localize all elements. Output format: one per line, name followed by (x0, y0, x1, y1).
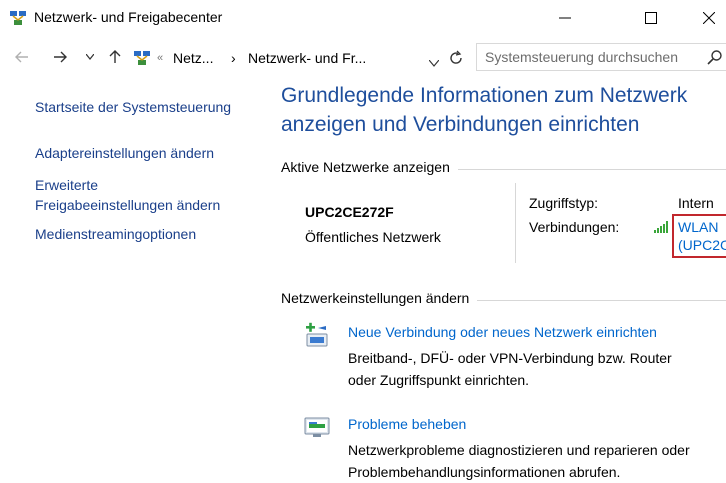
refresh-button[interactable] (448, 50, 464, 71)
description-line: Breitband-, DFÜ- oder VPN-Verbindung bzw… (348, 350, 672, 366)
maximize-icon (645, 12, 657, 24)
troubleshoot-link[interactable]: Probleme beheben (348, 416, 466, 432)
sidebar-item-adapter-settings[interactable]: Adaptereinstellungen ändern (35, 143, 214, 163)
address-dropdown-icon[interactable] (428, 54, 440, 72)
minimize-button[interactable] (542, 0, 588, 36)
connection-link-line[interactable]: WLAN (678, 219, 726, 235)
connection-link[interactable]: WLAN (UPC2C (678, 219, 726, 253)
troubleshoot-icon (304, 416, 330, 440)
setup-connection-link[interactable]: Neue Verbindung oder neues Netzwerk einr… (348, 324, 657, 340)
refresh-icon (450, 50, 462, 64)
sidebar-item-media-streaming[interactable]: Medienstreamingoptionen (35, 224, 196, 244)
page-title-line: Grundlegende Informationen zum Netzwerk (281, 84, 688, 107)
sidebar-item-label: Erweiterte (35, 177, 99, 193)
navigation-bar: « Netz... › Netzwerk- und Fr... Systemst… (0, 40, 726, 74)
connections-label: Verbindungen: (529, 219, 620, 235)
back-button[interactable] (12, 44, 32, 70)
setup-connection-description: Breitband-, DFÜ- oder VPN-Verbindung bzw… (348, 347, 726, 391)
network-divider (515, 183, 516, 263)
network-type[interactable]: Öffentliches Netzwerk (305, 229, 441, 245)
close-button[interactable] (686, 0, 726, 36)
page-title: Grundlegende Informationen zum Netzwerk … (281, 81, 721, 139)
sidebar-item-label: Freigabeeinstellungen ändern (35, 197, 221, 213)
sidebar-item-home[interactable]: Startseite der Systemsteuerung (35, 97, 231, 117)
sidebar-item-advanced-sharing[interactable]: Erweiterte Freigabeeinstellungen ändern (35, 175, 220, 215)
access-type-value: Intern (678, 195, 714, 211)
address-bar[interactable]: « Netz... › Netzwerk- und Fr... (128, 43, 471, 73)
minimize-icon (559, 17, 571, 19)
breadcrumb-separator[interactable]: › (231, 50, 236, 66)
title-bar: Netzwerk- und Freigabecenter (0, 0, 726, 36)
section-label-change-settings: Netzwerkeinstellungen ändern (281, 290, 478, 306)
network-center-icon (133, 49, 151, 72)
up-button[interactable] (106, 44, 124, 70)
description-line: oder Zugriffspunkt einrichten. (348, 372, 530, 388)
maximize-button[interactable] (628, 0, 674, 36)
forward-button[interactable] (50, 44, 70, 70)
connection-link-line[interactable]: (UPC2C (678, 237, 726, 253)
section-label-active-networks: Aktive Netzwerke anzeigen (281, 159, 458, 175)
search-input[interactable]: Systemsteuerung durchsuchen (476, 43, 726, 71)
breadcrumb-overflow[interactable]: « (157, 52, 163, 64)
troubleshoot-description: Netzwerkprobleme diagnostizieren und rep… (348, 439, 726, 483)
new-connection-icon (304, 322, 328, 347)
up-arrow-icon (109, 50, 121, 63)
back-arrow-icon (15, 51, 28, 63)
network-name: UPC2CE272F (305, 204, 394, 220)
breadcrumb-current[interactable]: Netzwerk- und Fr... (248, 50, 366, 66)
network-center-icon (9, 9, 27, 27)
description-line: Problembehandlungsinformationen abrufen. (348, 464, 621, 480)
access-type-label: Zugriffstyp: (529, 195, 598, 211)
recent-locations-button[interactable] (83, 44, 97, 70)
description-line: Netzwerkprobleme diagnostizieren und rep… (348, 442, 690, 458)
page-title-line: anzeigen und Verbindungen einrichten (281, 113, 640, 136)
close-icon (703, 12, 715, 24)
search-placeholder: Systemsteuerung durchsuchen (485, 49, 678, 65)
breadcrumb-item[interactable]: Netz... (173, 50, 213, 66)
wifi-signal-icon (654, 220, 670, 238)
window-title: Netzwerk- und Freigabecenter (34, 9, 223, 25)
search-icon[interactable] (707, 49, 723, 70)
forward-arrow-icon (54, 51, 67, 63)
recent-dropdown-icon (86, 54, 94, 60)
